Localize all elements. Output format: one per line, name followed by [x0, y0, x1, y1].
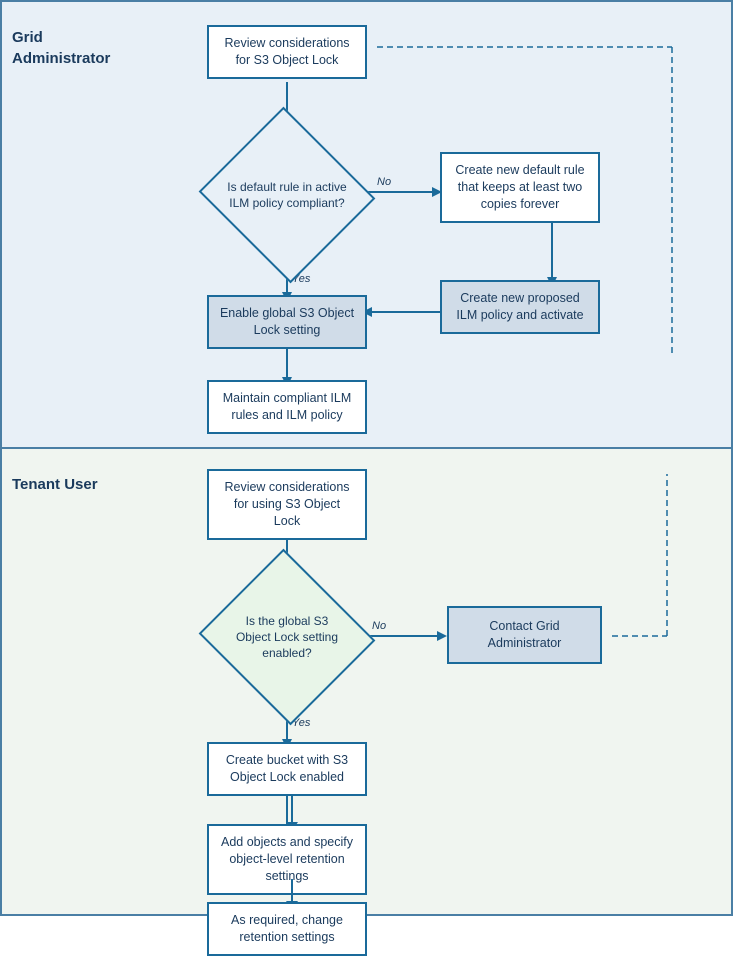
- section-tenant-user: Tenant User Yes No: [2, 449, 731, 914]
- box-new-proposed-policy: Create new proposed ILM policy and activ…: [440, 280, 600, 334]
- box-change-retention: As required, change retention settings: [207, 902, 367, 956]
- box-enable-global: Enable global S3 Object Lock setting: [207, 295, 367, 349]
- box-review-top: Review considerations for S3 Object Lock: [207, 25, 367, 79]
- box-maintain: Maintain compliant ILM rules and ILM pol…: [207, 380, 367, 434]
- diagram-container: Grid Administrator Yes No: [0, 0, 733, 916]
- flow-area-bottom: Yes No Review considerations for using S…: [102, 464, 721, 894]
- section-label-grid-admin: Grid Administrator: [12, 17, 102, 427]
- box-create-bucket: Create bucket with S3 Object Lock enable…: [207, 742, 367, 796]
- diamond-ilm-compliant: Is default rule in active ILM policy com…: [222, 135, 352, 255]
- diamond-label-bottom: Is the global S3 Object Lock setting ena…: [222, 577, 352, 697]
- box-contact-admin: Contact Grid Administrator: [447, 606, 602, 664]
- section-label-tenant-user: Tenant User: [12, 464, 102, 894]
- flow-area-top: Yes No Review cons: [102, 17, 721, 427]
- diamond-label: Is default rule in active ILM policy com…: [222, 135, 352, 255]
- svg-text:No: No: [372, 620, 386, 632]
- box-review-bottom: Review considerations for using S3 Objec…: [207, 469, 367, 540]
- section-grid-admin: Grid Administrator Yes No: [2, 2, 731, 449]
- arrows-svg-bottom: Yes No: [102, 464, 721, 894]
- diamond-global-lock: Is the global S3 Object Lock setting ena…: [222, 577, 352, 697]
- svg-text:No: No: [377, 176, 391, 188]
- arrows-svg-top: Yes No: [102, 17, 721, 427]
- box-new-default-rule: Create new default rule that keeps at le…: [440, 152, 600, 223]
